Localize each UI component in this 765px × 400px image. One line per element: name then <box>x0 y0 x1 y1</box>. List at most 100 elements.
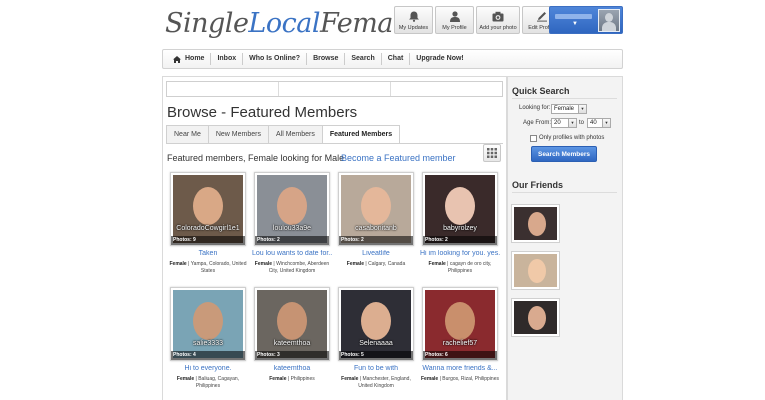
member-username: ColoradoCowgirl1e1 <box>176 225 240 232</box>
nav-search[interactable]: Search <box>345 53 382 65</box>
member-headline[interactable]: Lou lou wants to date for... <box>252 250 332 257</box>
my-profile-label: My Profile <box>442 25 467 31</box>
member-photo-image <box>425 290 495 358</box>
looking-for-label: Looking for: <box>519 105 551 111</box>
photo-count: Photos: 2 <box>339 236 413 245</box>
photo-count: Photos: 4 <box>171 351 245 360</box>
age-to-label: to <box>579 120 585 126</box>
member-info: Female | Yampa, Colorado, United States <box>169 261 247 274</box>
chevron-down-icon: ▼ <box>572 21 578 27</box>
tab-featured-members[interactable]: Featured Members <box>321 125 401 144</box>
filter-cell[interactable] <box>167 82 279 96</box>
friend-thumbnail[interactable] <box>511 298 560 337</box>
photo-count: Photos: 5 <box>339 351 413 360</box>
main-nav: Home Inbox Who Is Online? Browse Search … <box>162 49 623 69</box>
member-photo[interactable]: ColoradoCowgirl1e1 Photos: 9 <box>170 172 246 246</box>
nav-upgrade[interactable]: Upgrade Now! <box>410 53 469 65</box>
our-friends-title: Our Friends <box>512 180 564 190</box>
member-card: rachelief57 Photos: 6 Wanna more friends… <box>420 287 500 383</box>
member-username: salie3333 <box>193 340 223 347</box>
become-featured-link[interactable]: Become a Featured member <box>341 153 456 163</box>
member-location: Manchester, England, United Kingdom <box>358 376 411 389</box>
nav-who-is-online[interactable]: Who Is Online? <box>243 53 308 65</box>
member-gender: Female <box>269 376 287 382</box>
member-username: Selenaaaa <box>359 340 393 347</box>
tab-new-members[interactable]: New Members <box>207 125 268 144</box>
member-photo[interactable]: loulou33a9e Photos: 2 <box>254 172 330 246</box>
member-photo[interactable]: kateemthoa Photos: 3 <box>254 287 330 361</box>
member-info: Female | Baliuag, Cagayan, Philippines <box>176 376 240 389</box>
age-from-select[interactable]: 20 ▼ <box>551 118 577 128</box>
member-info: Female | Philippines <box>269 376 315 382</box>
my-updates-label: My Updates <box>398 25 429 31</box>
tab-near-me[interactable]: Near Me <box>166 125 208 144</box>
friend-photo <box>514 207 557 240</box>
browse-tabs: Near Me New Members All Members Featured… <box>166 125 401 144</box>
friend-thumbnail[interactable] <box>511 204 560 243</box>
member-photo[interactable]: rachelief57 Photos: 6 <box>422 287 498 361</box>
member-headline[interactable]: Taken <box>168 250 248 257</box>
age-from-label: Age From: <box>523 120 552 126</box>
photos-only-checkbox[interactable] <box>530 135 537 142</box>
member-username: rachelief57 <box>442 340 478 347</box>
member-photo-image <box>173 175 243 243</box>
member-location: Baliuag, Cagayan, Philippines <box>195 376 240 389</box>
member-location: Yampa, Colorado, United States <box>190 261 247 274</box>
member-card: loulou33a9e Photos: 2 Lou lou wants to d… <box>252 172 332 275</box>
member-headline[interactable]: Hi im looking for you. yes... <box>420 250 500 257</box>
nav-home[interactable]: Home <box>167 53 212 65</box>
quick-search-title: Quick Search <box>512 86 570 96</box>
tab-all-members[interactable]: All Members <box>267 125 322 144</box>
member-card: ColoradoCowgirl1e1 Photos: 9 Taken Femal… <box>168 172 248 275</box>
member-gender: Female <box>176 376 195 382</box>
add-photo-button[interactable]: Add your photo <box>476 6 520 34</box>
member-info: Female | Burgos, Rizal, Philippines <box>420 376 499 382</box>
my-profile-button[interactable]: My Profile <box>435 6 474 34</box>
featured-subtitle: Featured members, Female looking for Mal… <box>167 153 345 163</box>
camera-icon <box>492 11 504 22</box>
member-gender: Female <box>428 261 446 267</box>
member-headline[interactable]: Hi to everyone. <box>168 365 248 372</box>
member-card: salie3333 Photos: 4 Hi to everyone. Fema… <box>168 287 248 390</box>
member-photo-image <box>341 175 411 243</box>
logo-text-single: Single <box>165 8 249 39</box>
nav-inbox[interactable]: Inbox <box>211 53 244 65</box>
pencil-icon <box>536 12 547 22</box>
age-to-value: 40 <box>590 120 597 126</box>
chevron-down-icon: ▼ <box>602 119 610 127</box>
member-headline[interactable]: Fun to be with <box>336 365 416 372</box>
our-friends-divider <box>512 192 617 193</box>
member-username: babyrolzey <box>443 225 477 232</box>
member-photo-image <box>257 175 327 243</box>
browse-filter-bar[interactable] <box>166 81 503 97</box>
member-photo[interactable]: Selenaaaa Photos: 5 <box>338 287 414 361</box>
friend-thumbnail[interactable] <box>511 251 560 290</box>
member-photo[interactable]: salie3333 Photos: 4 <box>170 287 246 361</box>
chevron-down-icon: ▼ <box>578 105 586 113</box>
nav-chat[interactable]: Chat <box>382 53 411 65</box>
filter-cell[interactable] <box>391 82 502 96</box>
member-photo[interactable]: babyrolzey Photos: 2 <box>422 172 498 246</box>
search-members-button[interactable]: Search Members <box>531 146 597 162</box>
nav-browse[interactable]: Browse <box>307 53 346 65</box>
member-headline[interactable]: kateemthoa <box>252 365 332 372</box>
person-icon <box>449 11 460 22</box>
user-menu-button[interactable]: ▼ <box>549 6 623 34</box>
avatar <box>598 9 620 32</box>
grid-view-button[interactable] <box>483 144 501 162</box>
bell-icon <box>408 11 419 22</box>
looking-for-value: Female <box>554 106 575 112</box>
member-card: babyrolzey Photos: 2 Hi im looking for y… <box>420 172 500 275</box>
member-gender: Female <box>341 376 359 382</box>
member-headline[interactable]: Wanna more friends &... <box>420 365 500 372</box>
looking-for-select[interactable]: Female ▼ <box>551 104 587 114</box>
filter-cell[interactable] <box>279 82 391 96</box>
age-to-select[interactable]: 40 ▼ <box>587 118 611 128</box>
site-logo[interactable]: SingleLocalFemales <box>165 8 430 39</box>
my-updates-button[interactable]: My Updates <box>394 6 433 34</box>
member-info: Female | Winchcombe, Aberdeen City, Unit… <box>254 261 330 274</box>
friend-photo <box>514 254 557 287</box>
member-photo[interactable]: casabonitanb Photos: 2 <box>338 172 414 246</box>
member-headline[interactable]: Liveatlife <box>336 250 416 257</box>
username-placeholder <box>555 14 592 19</box>
